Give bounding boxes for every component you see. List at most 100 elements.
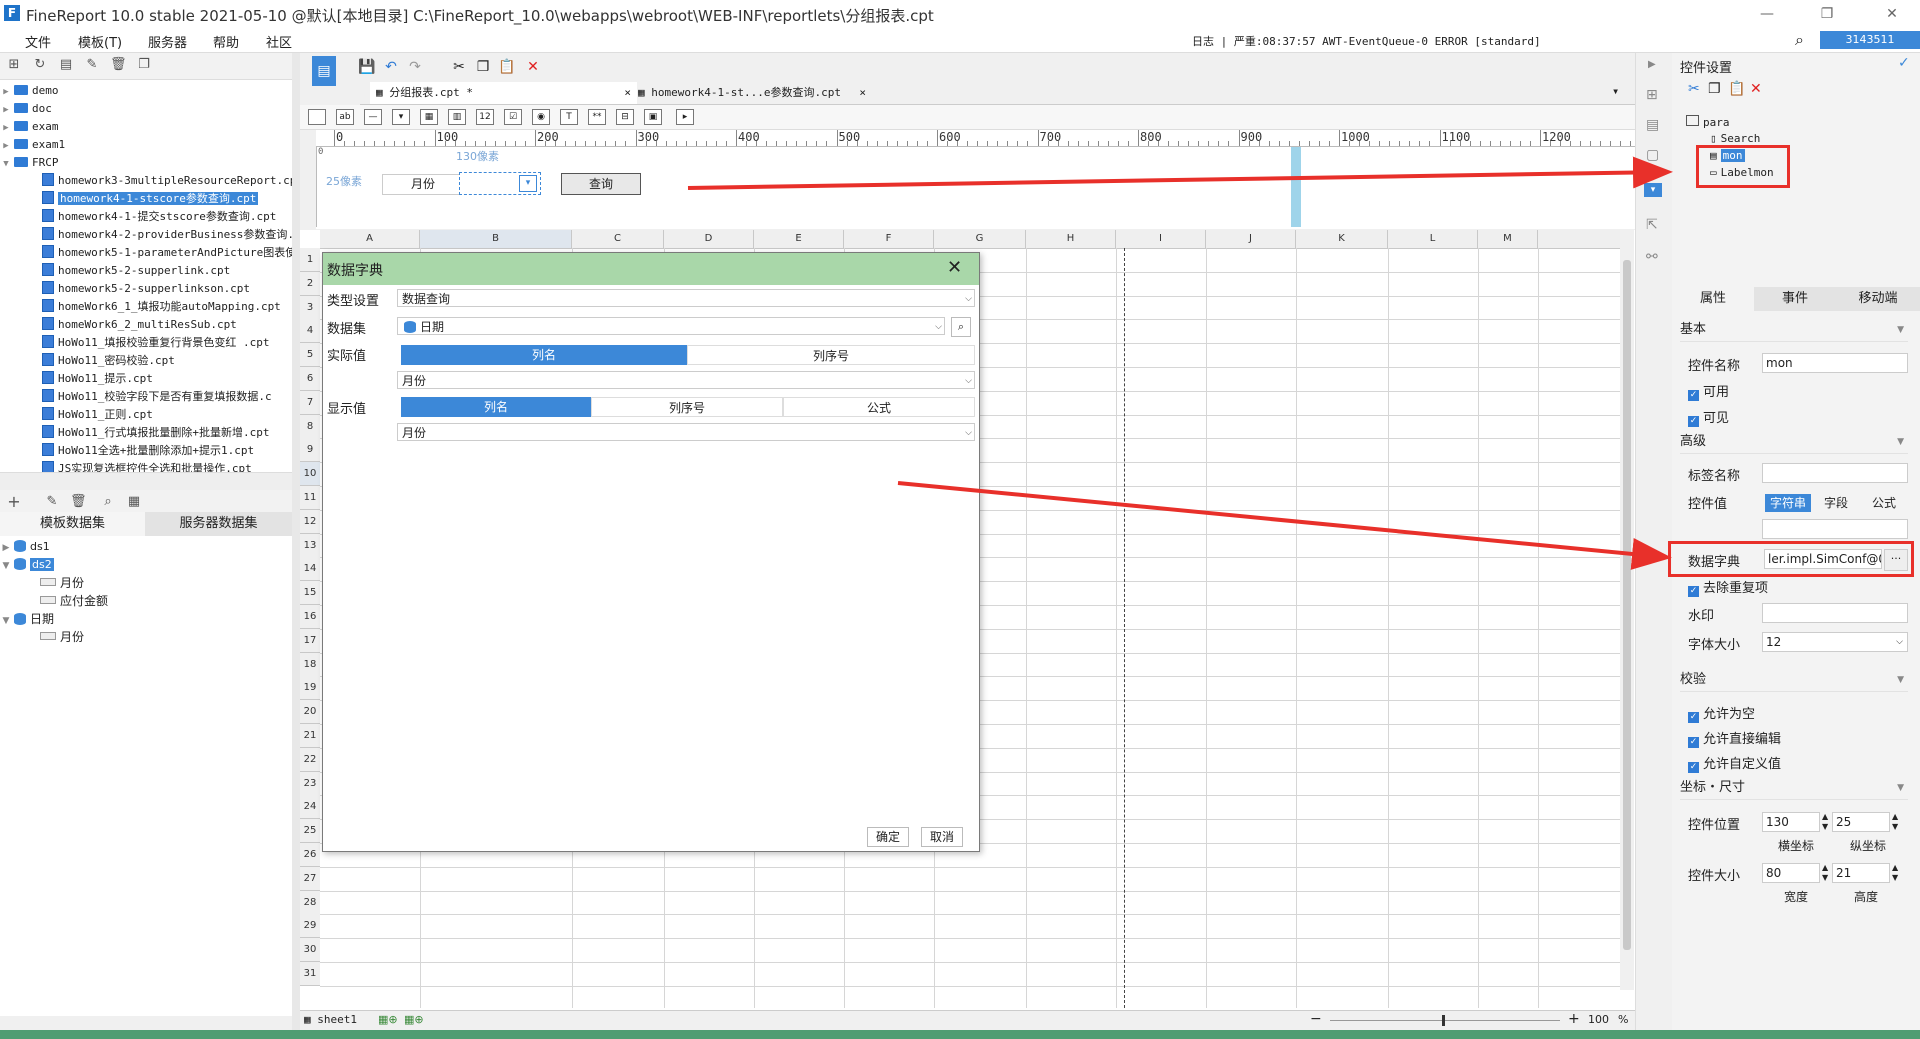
radio-widget-icon[interactable]: ◉: [532, 109, 550, 125]
maximize-icon[interactable]: ❐: [1815, 4, 1839, 24]
checkbox-widget-icon[interactable]: ☑: [504, 109, 522, 125]
preview-dataset-icon[interactable]: ⌕: [951, 317, 971, 337]
image-widget-icon[interactable]: ▣: [644, 109, 662, 125]
preview-icon[interactable]: ⌕: [100, 494, 116, 510]
sheet-tab[interactable]: ▦ sheet1: [304, 1013, 357, 1026]
fontsize-select[interactable]: 12 ⌵: [1762, 632, 1908, 652]
actual-seg-colindex[interactable]: 列序号: [687, 345, 975, 365]
watermark-input[interactable]: [1762, 603, 1908, 623]
file-item[interactable]: HoWo11全选+批量删除添加+提示1.cpt: [40, 442, 254, 460]
dataset-select[interactable]: 日期 ⌵: [397, 317, 945, 335]
calendar-widget-icon[interactable]: ▥: [448, 109, 466, 125]
width-input[interactable]: 80: [1762, 863, 1820, 883]
tree-widget-icon[interactable]: ⊟: [616, 109, 634, 125]
add-sheet-icon[interactable]: ▦⊕: [378, 1013, 398, 1026]
copy-icon[interactable]: ❐: [1708, 81, 1721, 97]
vertical-scrollbar[interactable]: [1620, 230, 1634, 990]
field-item[interactable]: 月份: [40, 574, 84, 592]
user-badge[interactable]: 3143511: [1820, 31, 1920, 49]
zoom-in-icon[interactable]: +: [1568, 1011, 1580, 1027]
add-dataset-icon[interactable]: +: [6, 494, 22, 510]
more-widget-icon[interactable]: ▸: [676, 109, 694, 125]
copy-icon[interactable]: ❐: [136, 57, 152, 73]
tree-root[interactable]: para: [1686, 115, 1730, 129]
collapse-icon[interactable]: ▶: [1648, 59, 1656, 70]
file-item[interactable]: HoWo11_行式填报批量删除+批量新增.cpt: [40, 424, 269, 442]
display-seg-colindex[interactable]: 列序号: [591, 397, 783, 417]
file-item[interactable]: homework4-1-提交stscore参数查询.cpt: [40, 208, 276, 226]
dialog-titlebar[interactable]: 数据字典 ✕: [323, 253, 979, 285]
actual-seg-colname[interactable]: 列名: [401, 345, 687, 365]
file-item[interactable]: HoWo11_密码校验.cpt: [40, 352, 175, 370]
open-icon[interactable]: ▤: [58, 57, 74, 73]
value-input[interactable]: [1762, 519, 1908, 539]
file-item[interactable]: HoWo11_提示.cpt: [40, 370, 153, 388]
tab-menu-icon[interactable]: ▾: [1612, 84, 1619, 98]
section-position[interactable]: 坐标・尺寸 ▼: [1680, 777, 1908, 800]
tab-template-dataset[interactable]: 模板数据集: [0, 512, 145, 536]
pos-y-spinner[interactable]: ▲ ▼: [1892, 812, 1898, 832]
pos-y-input[interactable]: 25: [1832, 812, 1890, 832]
menu-help[interactable]: 帮助: [213, 32, 239, 51]
splitter[interactable]: [292, 53, 300, 1030]
dataset-item[interactable]: ▼ ds2: [0, 556, 54, 574]
width-spinner[interactable]: ▲ ▼: [1822, 863, 1828, 883]
file-item[interactable]: homework4-1-stscore参数查询.cpt: [40, 190, 259, 208]
tree-folder[interactable]: ▶ demo: [0, 82, 58, 100]
textfield-widget-icon[interactable]: —: [364, 109, 382, 125]
tab-server-dataset[interactable]: 服务器数据集: [145, 512, 292, 536]
designer-mode-icon[interactable]: ▤: [312, 56, 336, 86]
chevron-right-icon[interactable]: ▶: [0, 101, 12, 119]
status-log[interactable]: 日志 | 严重:08:37:57 AWT-EventQueue-0 ERROR …: [1192, 33, 1541, 49]
pos-x-spinner[interactable]: ▲ ▼: [1822, 812, 1828, 832]
number-widget-icon[interactable]: 12: [476, 109, 494, 125]
file-item[interactable]: homework4-2-providerBusiness参数查询.: [40, 226, 292, 244]
tab-properties[interactable]: 属性: [1672, 287, 1754, 311]
tab-close-icon[interactable]: ×: [624, 82, 631, 104]
rename-icon[interactable]: ✎: [84, 57, 100, 73]
refresh-icon[interactable]: ↻: [32, 57, 48, 73]
condition-icon[interactable]: ▢: [1646, 147, 1659, 163]
tab-close-icon[interactable]: ×: [859, 82, 866, 104]
cell-attr-icon[interactable]: ⊞: [1646, 87, 1658, 103]
tree-folder[interactable]: ▼ FRCP: [0, 154, 58, 173]
dataset-item[interactable]: ▼ 日期: [0, 610, 54, 628]
tree-folder[interactable]: ▶ exam1: [0, 136, 65, 154]
chevron-down-icon[interactable]: ▼: [0, 155, 12, 173]
cut-icon[interactable]: ✂: [1688, 81, 1700, 97]
dedupe-checkbox[interactable]: ✓ 去除重复项: [1688, 577, 1768, 597]
redo-icon[interactable]: ↷: [406, 58, 424, 76]
file-item[interactable]: homework3-3multipleResourceReport.cpt: [40, 172, 292, 190]
menu-community[interactable]: 社区: [266, 32, 292, 51]
field-item[interactable]: 月份: [40, 628, 84, 646]
file-item[interactable]: homeWork6_1_填报功能autoMapping.cpt: [40, 298, 281, 316]
name-input[interactable]: mon: [1762, 353, 1908, 373]
height-spinner[interactable]: ▲ ▼: [1892, 863, 1898, 883]
file-item[interactable]: homeWork6_2_multiResSub.cpt: [40, 316, 237, 334]
file-item[interactable]: homework5-2-supperlinkson.cpt: [40, 280, 250, 298]
tree-folder[interactable]: ▶ exam: [0, 118, 58, 136]
new-folder-icon[interactable]: ⊞: [6, 57, 22, 73]
save-icon[interactable]: 💾: [358, 58, 376, 76]
splitter[interactable]: [0, 472, 292, 491]
paste-icon[interactable]: 📋: [498, 58, 516, 76]
chevron-down-icon[interactable]: ▼: [0, 557, 12, 575]
menu-server[interactable]: 服务器: [148, 32, 187, 51]
delete-x-icon[interactable]: ✕: [1750, 81, 1762, 97]
param-icon[interactable]: ▦: [126, 494, 142, 510]
value-seg-field[interactable]: 字段: [1813, 494, 1859, 512]
value-seg-formula[interactable]: 公式: [1861, 494, 1907, 512]
close-icon[interactable]: ✕: [1880, 4, 1904, 24]
zoom-value[interactable]: 100: [1588, 1013, 1609, 1026]
add-form-sheet-icon[interactable]: ▦⊕: [404, 1013, 424, 1026]
textarea-widget-icon[interactable]: T: [560, 109, 578, 125]
ok-button[interactable]: 确定: [867, 827, 909, 847]
tree-item-search[interactable]: ▯ Search: [1710, 132, 1760, 145]
label-month[interactable]: 月份: [382, 174, 464, 195]
undo-icon[interactable]: ↶: [382, 58, 400, 76]
search-icon[interactable]: ⌕: [1795, 30, 1804, 50]
paste-icon[interactable]: 📋: [1728, 81, 1745, 97]
query-button[interactable]: 查询: [561, 173, 641, 195]
allow-custom-checkbox[interactable]: ✓ 允许自定义值: [1688, 753, 1781, 773]
display-seg-formula[interactable]: 公式: [783, 397, 975, 417]
